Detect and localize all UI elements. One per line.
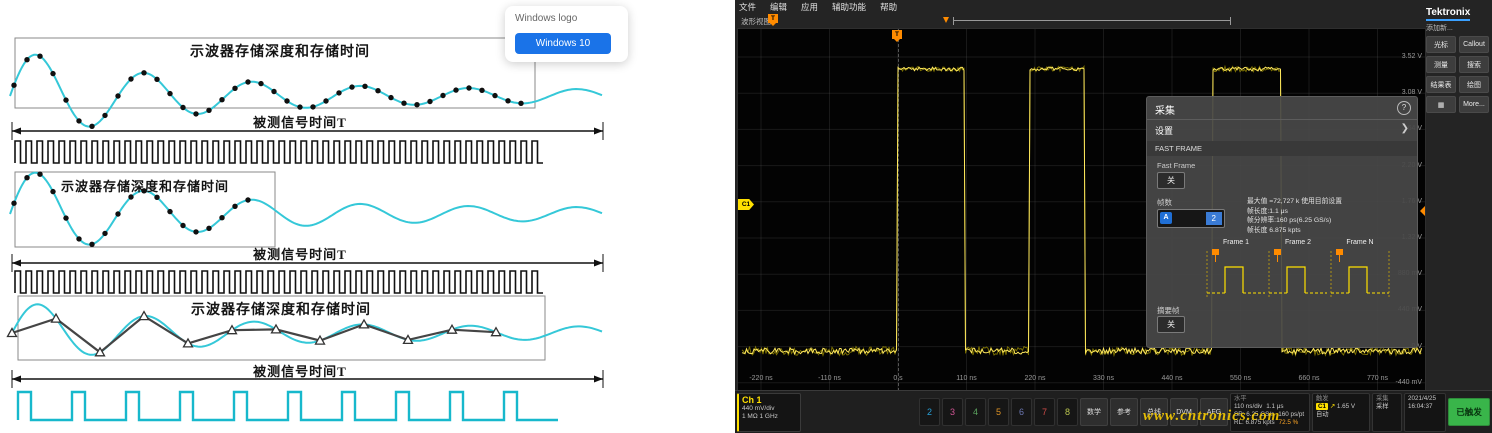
fastframe-info-line: 帧长度 6.875 kpts	[1247, 226, 1413, 236]
fastframe-info-line: 最大值 =72,727 k 使用目前设置	[1247, 197, 1413, 207]
settings-label: 设置	[1155, 124, 1173, 137]
sidebar-button[interactable]: 绘图	[1459, 76, 1489, 93]
diagram1-time-label: 被测信号时间T	[180, 112, 420, 131]
fastframe-label: Fast Frame	[1157, 161, 1195, 170]
frame-count-input[interactable]: A 2	[1157, 209, 1225, 228]
sidebar-button[interactable]: 结果表	[1426, 76, 1456, 93]
frame-label: Frame 2	[1267, 239, 1329, 246]
summary-frame-toggle[interactable]: 关	[1157, 316, 1185, 333]
diagram2-time-label: 被测信号时间T	[180, 244, 420, 263]
function-button[interactable]: 参考	[1110, 398, 1138, 426]
menu-item[interactable]: 文件	[739, 1, 756, 13]
dialog-title: 采集	[1155, 102, 1175, 117]
fastframe-toggle[interactable]: 关	[1157, 172, 1185, 189]
trigger-slope-icon: ↗	[1330, 403, 1335, 410]
plot-icon-button[interactable]: ▦	[1426, 96, 1456, 113]
acquisition-badge[interactable]: 采集 采样	[1372, 393, 1402, 432]
trigger-title: 触发	[1316, 395, 1329, 402]
run-stop-button[interactable]: 已触发	[1448, 398, 1490, 426]
add-new-label: 添加新...	[1426, 23, 1490, 33]
channel-button[interactable]: 3	[942, 398, 963, 426]
tooltip-text: Windows logo	[515, 13, 577, 24]
date-value: 2021/4/25	[1408, 395, 1442, 403]
tooltip-button[interactable]: Windows 10	[515, 33, 611, 54]
diagram3-title: 示波器存储深度和存储时间	[121, 299, 441, 319]
horizontal-title: 水平	[1234, 395, 1247, 402]
sidebar-buttons: 光标Callout测量搜索结果表绘图▦More...	[1426, 36, 1490, 113]
sidebar-button[interactable]: Callout	[1459, 36, 1489, 53]
summary-frame-label: 摘要帧	[1157, 305, 1180, 316]
sidebar-button[interactable]: 光标	[1426, 36, 1456, 53]
watermark: www.cntronics.com	[1143, 408, 1280, 425]
fastframe-info-line: 帧长度:1.1 μs	[1247, 207, 1413, 217]
trigger-level: 1.65 V	[1337, 403, 1355, 410]
diagram1-title: 示波器存储深度和存储时间	[120, 41, 440, 61]
trigger-mode: 自动	[1316, 411, 1366, 419]
oscilloscope-app: 文件编辑应用辅助功能帮助 波形视图 T Tektronix 添加新... 光标C…	[735, 0, 1492, 433]
dialog-header[interactable]: 采集 ?	[1147, 97, 1417, 120]
trigger-source-row: C1 ↗ 1.65 V	[1316, 403, 1366, 411]
channel1-scale: 440 mV/div	[742, 405, 797, 414]
fastframe-info-line: 帧分辨率:160 ps(6.25 GS/s)	[1247, 216, 1413, 226]
screenshot-root: 示波器存储深度和存储时间 被测信号时间T 示波器存储深度和存储时间 被测信号时间…	[0, 0, 1492, 433]
frame-labels: Frame 1Frame 2Frame N	[1205, 239, 1391, 246]
chevron-right-icon: ❯	[1401, 123, 1409, 134]
memory-depth-diagram-panel: 示波器存储深度和存储时间 被测信号时间T 示波器存储深度和存储时间 被测信号时间…	[0, 0, 735, 433]
function-button[interactable]: 数学	[1080, 398, 1108, 426]
horizontal-value: 160 ps/pt	[1278, 411, 1304, 418]
channel-button[interactable]: 8	[1057, 398, 1078, 426]
menu-item[interactable]: 应用	[801, 1, 818, 13]
tektronix-logo: Tektronix	[1426, 7, 1470, 21]
datetime-display: 2021/4/25 16:04:37	[1404, 393, 1446, 432]
channel-button[interactable]: 2	[919, 398, 940, 426]
menu-bar: 文件 编辑 应用 辅助功能 帮助	[739, 0, 897, 14]
right-sidebar: Tektronix 添加新... 光标Callout测量搜索结果表绘图▦More…	[1424, 0, 1492, 390]
browser-tooltip: Windows logo Windows 10	[505, 6, 628, 62]
trigger-position-line	[898, 29, 899, 391]
frames-diagram	[1205, 249, 1391, 301]
bottom-bar: Ch 1 440 mV/div 1 MΩ 1 GHz 2345678 数学参考总…	[735, 390, 1492, 433]
minimap-bar	[954, 20, 1230, 21]
trigger-badge[interactable]: 触发 C1 ↗ 1.65 V 自动	[1312, 393, 1370, 432]
diagram2-title: 示波器存储深度和存储时间	[25, 176, 265, 195]
trigger-flag-icon-minimap[interactable]: T	[768, 14, 778, 23]
minimap-trigger-marker-icon	[943, 17, 949, 23]
trigger-source: C1	[1316, 403, 1328, 410]
acquisition-dialog: 采集 ? 设置 ❯ FAST FRAME Fast Frame 关 帧数 A 2…	[1146, 96, 1418, 348]
acquisition-title: 采集	[1376, 395, 1389, 402]
view-tab[interactable]: 波形视图	[741, 16, 771, 27]
help-icon[interactable]: ?	[1397, 101, 1411, 115]
acquisition-mode: 采样	[1376, 403, 1398, 411]
channel1-coupling: 1 MΩ 1 GHz	[742, 413, 797, 422]
waveform-display[interactable]: T C1 -220 ns-110 ns0 s110 ns220 ns330 ns…	[737, 28, 1426, 392]
horizontal-value: 72.5 %	[1279, 419, 1299, 426]
channel-button[interactable]: 5	[988, 398, 1009, 426]
settings-row[interactable]: 设置 ❯	[1147, 119, 1417, 142]
frame-count-value: 2	[1206, 212, 1222, 225]
channel-button[interactable]: 6	[1011, 398, 1032, 426]
trigger-flag-icon[interactable]: T	[892, 30, 902, 39]
more-button[interactable]: More...	[1459, 96, 1489, 113]
menu-item[interactable]: 编辑	[770, 1, 787, 13]
channel-button[interactable]: 4	[965, 398, 986, 426]
channel-buttons: 2345678	[919, 398, 1078, 426]
channel-button[interactable]: 7	[1034, 398, 1055, 426]
channel1-name: Ch 1	[742, 395, 797, 405]
frame-label: Frame 1	[1205, 239, 1267, 246]
frame-label: Frame N	[1329, 239, 1391, 246]
sidebar-button[interactable]: 搜索	[1459, 56, 1489, 73]
menu-item[interactable]: 辅助功能	[832, 1, 866, 13]
menu-item[interactable]: 帮助	[880, 1, 897, 13]
time-value: 16:04:37	[1408, 403, 1442, 411]
channel1-badge[interactable]: Ch 1 440 mV/div 1 MΩ 1 GHz	[737, 393, 801, 432]
record-minimap[interactable]	[953, 17, 1231, 25]
sidebar-button[interactable]: 测量	[1426, 56, 1456, 73]
fastframe-info: 最大值 =72,727 k 使用目前设置帧长度:1.1 μs帧分辨率:160 p…	[1247, 197, 1413, 235]
fastframe-section-header: FAST FRAME	[1147, 141, 1417, 156]
diagram3-time-label: 被测信号时间T	[180, 361, 420, 380]
frame-count-label: 帧数	[1157, 197, 1172, 208]
knob-icon: A	[1160, 212, 1172, 224]
